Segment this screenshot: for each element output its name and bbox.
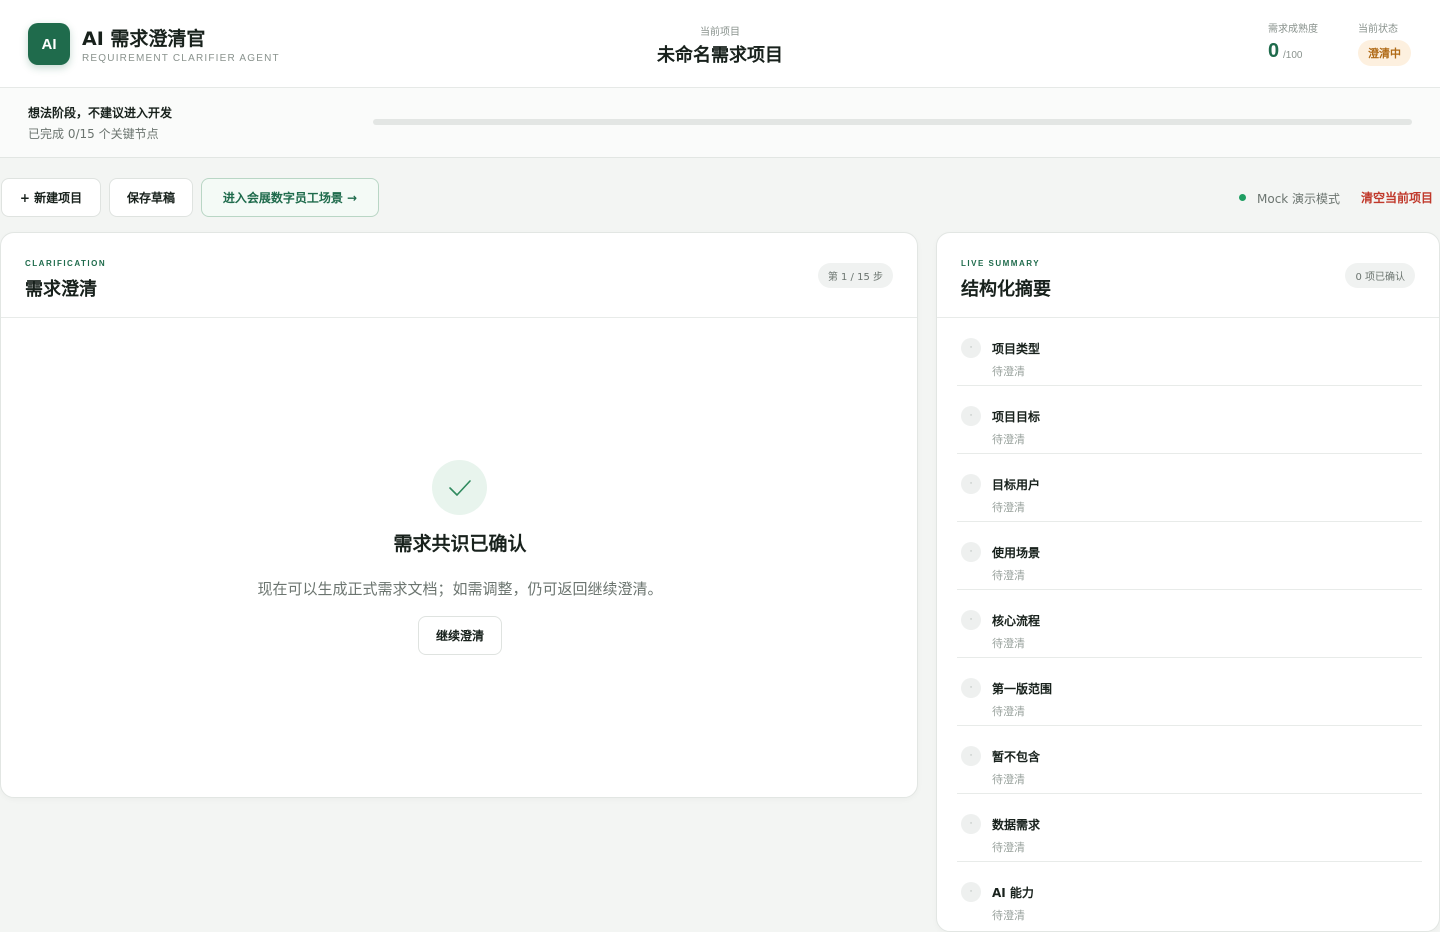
summary-item-status: 待澄清 [992,637,1025,650]
mock-mode-indicator [1239,194,1246,201]
stage-progress-bar: 想法阶段，不建议进入开发 已完成 0/15 个关键节点 [0,88,1440,158]
new-project-button[interactable]: + 新建项目 [1,178,101,217]
pending-dot-icon: · [961,338,981,358]
summary-item: · 目标用户待澄清 [957,454,1422,522]
pending-dot-icon: · [961,678,981,698]
pending-dot-icon: · [961,406,981,426]
summary-item: · 项目目标待澄清 [957,386,1422,454]
clarification-header: CLARIFICATION 需求澄清 第 1 / 15 步 [1,233,917,318]
summary-item: · 数据需求待澄清 [957,794,1422,862]
pending-dot-icon: · [961,610,981,630]
summary-item: · 暂不包含待澄清 [957,726,1422,794]
live-summary-panel: LIVE SUMMARY 结构化摘要 0 项已确认 · 项目类型 待澄清 · 项目目标待… [936,232,1440,932]
top-header: AI AI 需求澄清官 REQUIREMENT CLARIFIER AGENT … [0,0,1440,88]
pending-dot-icon: · [961,746,981,766]
summary-item-status: 待澄清 [992,773,1025,786]
summary-item-name: 项目类型 [992,342,1041,356]
maturity-label: 需求成熟度 [1268,24,1318,35]
summary-item-status: 待澄清 [992,841,1025,854]
check-icon [432,460,487,515]
summary-item-name: 数据需求 [992,818,1041,832]
app-logo: AI [28,23,70,65]
summary-item: · 第一版范围待澄清 [957,658,1422,726]
summary-item-name: 项目目标 [992,410,1041,424]
summary-item: · 项目类型待澄清 [957,318,1422,386]
confirmed-count-badge: 0 项已确认 [1345,263,1415,288]
maturity-max: /100 [1283,50,1303,61]
progress-track [373,119,1412,125]
summary-item-name: 目标用户 [992,478,1041,492]
enter-scene-button[interactable]: 进入会展数字员工场景 → [201,178,379,217]
confirm-title: 需求共识已确认 [393,533,527,555]
status-badge: 澄清中 [1358,40,1411,66]
summary-item: · 使用场景待澄清 [957,522,1422,590]
app-subtitle: REQUIREMENT CLARIFIER AGENT [82,53,280,64]
summary-header: LIVE SUMMARY 结构化摘要 0 项已确认 [937,233,1439,318]
mock-mode-label: Mock 演示模式 [1257,192,1341,206]
check-mark-svg [448,479,471,496]
summary-item-status: 待澄清 [992,909,1025,922]
app-title: AI 需求澄清官 [82,28,206,50]
clarification-eyebrow: CLARIFICATION [25,259,107,268]
maturity-score: 0 [1268,40,1280,62]
summary-list: · 项目类型 待澄清 · 项目目标 待澄清 · 目标用户 待澄清 · 使用场景 待澄清 · 核心流程 待澄清… [957,318,1422,930]
summary-eyebrow: LIVE SUMMARY [961,259,1041,268]
stage-subtitle: 已完成 0/15 个关键节点 [28,127,159,141]
summary-item-name: 暂不包含 [992,750,1041,764]
summary-item-status: 待澄清 [992,705,1025,718]
pending-dot-icon: · [961,882,981,902]
continue-clarify-button[interactable]: 继续澄清 [418,616,502,655]
stage-title: 想法阶段，不建议进入开发 [28,106,173,120]
pending-dot-icon: · [961,814,981,834]
clarification-title: 需求澄清 [25,279,97,300]
summary-item-name: AI 能力 [992,886,1034,900]
confirm-description: 现在可以生成正式需求文档；如需调整，仍可返回继续澄清。 [257,580,663,598]
summary-item: · AI 能力待澄清 [957,862,1422,930]
current-project-label: 当前项目 [700,27,740,38]
summary-item-status: 待澄清 [992,433,1025,446]
save-draft-button[interactable]: 保存草稿 [109,178,193,217]
pending-dot-icon: · [961,542,981,562]
summary-title: 结构化摘要 [961,279,1051,300]
summary-item-status: 待澄清 [992,569,1025,582]
pending-dot-icon: · [961,474,981,494]
current-project-name: 未命名需求项目 [657,45,783,66]
summary-item-status: 待澄清 [992,501,1025,514]
summary-item-name: 第一版范围 [992,682,1053,696]
summary-item-name: 使用场景 [992,546,1041,560]
clear-project-link[interactable]: 清空当前项目 [1361,189,1433,206]
state-label: 当前状态 [1358,24,1398,35]
summary-item-status: 待澄清 [992,365,1025,378]
clarification-panel: CLARIFICATION 需求澄清 第 1 / 15 步 需求共识已确认 现在… [0,232,918,798]
summary-item: · 核心流程待澄清 [957,590,1422,658]
summary-item-name: 核心流程 [992,614,1041,628]
step-counter-badge: 第 1 / 15 步 [817,263,893,288]
